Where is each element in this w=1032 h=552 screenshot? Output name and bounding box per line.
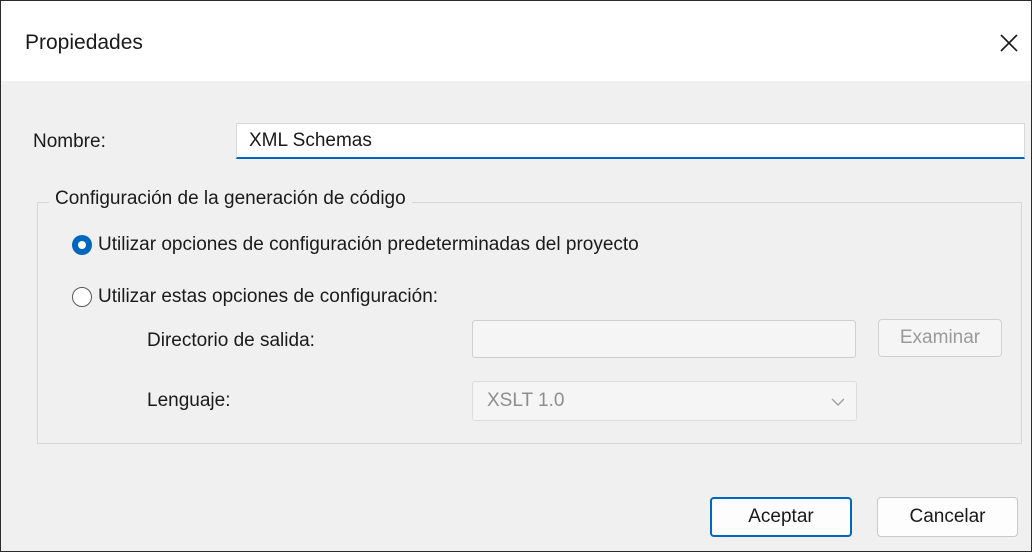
name-input[interactable]: XML Schemas xyxy=(236,123,1025,159)
output-directory-input[interactable] xyxy=(472,320,856,358)
radio-use-project-defaults-label: Utilizar opciones de configuración prede… xyxy=(98,234,639,255)
chevron-down-icon xyxy=(831,398,845,406)
language-label: Lenguaje: xyxy=(147,390,231,411)
radio-selected-icon xyxy=(72,235,92,255)
radio-unselected-icon xyxy=(72,287,92,307)
radio-use-these-settings[interactable]: Utilizar estas opciones de configuración… xyxy=(72,286,438,308)
accept-button[interactable]: Aceptar xyxy=(710,497,852,537)
code-generation-group-title: Configuración de la generación de código xyxy=(49,188,412,210)
language-select-value: XSLT 1.0 xyxy=(487,390,565,411)
name-label: Nombre: xyxy=(33,131,106,152)
dialog-title: Propiedades xyxy=(25,31,143,54)
cancel-button[interactable]: Cancelar xyxy=(877,497,1018,537)
radio-use-project-defaults[interactable]: Utilizar opciones de configuración prede… xyxy=(72,234,639,256)
name-input-value: XML Schemas xyxy=(249,129,372,151)
close-icon xyxy=(1000,34,1018,52)
close-button[interactable] xyxy=(991,25,1027,61)
browse-button[interactable]: Examinar xyxy=(878,319,1002,357)
language-select[interactable]: XSLT 1.0 xyxy=(472,381,857,421)
title-bar: Propiedades xyxy=(1,1,1031,81)
radio-use-these-settings-label: Utilizar estas opciones de configuración… xyxy=(98,286,439,307)
properties-dialog: Propiedades Nombre: XML Schemas Configur… xyxy=(0,0,1032,552)
output-directory-label: Directorio de salida: xyxy=(147,330,315,351)
